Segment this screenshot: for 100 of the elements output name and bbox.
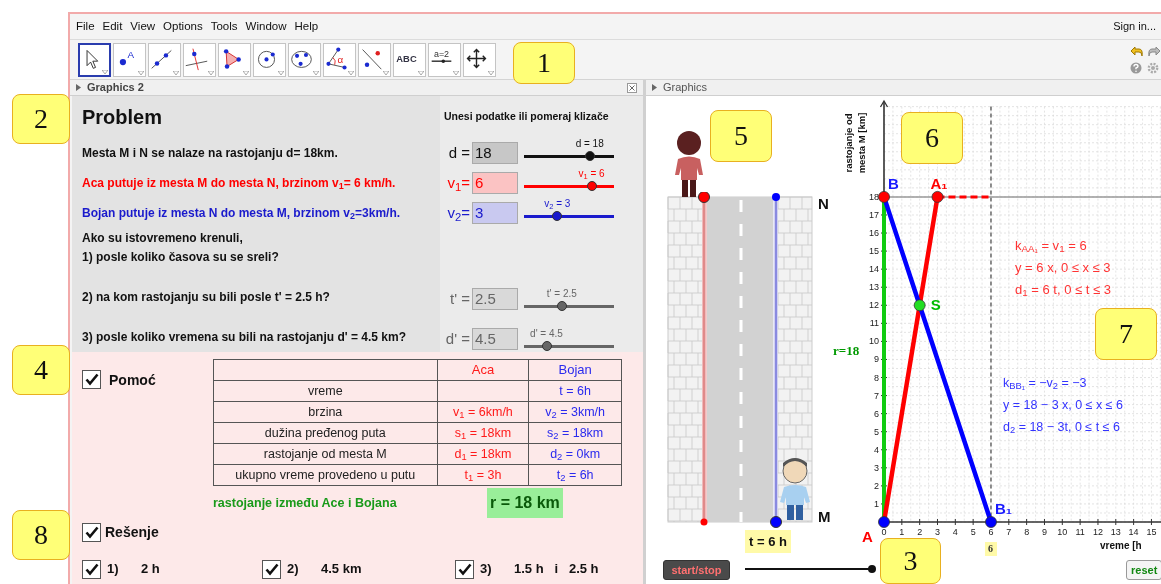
distance-value: r = 18 km	[487, 488, 563, 518]
caret-icon	[173, 70, 179, 75]
tick-label: 11	[869, 318, 879, 329]
tick-label: 4	[874, 444, 879, 455]
tick-label: 13	[869, 282, 879, 293]
tick-label: 17	[869, 210, 879, 220]
equation-text: d$_{2}$ = 18 − 3t, 0 ≤ t ≤ 6	[1003, 419, 1121, 437]
slider-thumb[interactable]	[552, 211, 563, 221]
tick-label: 0	[881, 527, 887, 537]
problem-text: Bojan putuje iz mesta N do mesta M, brzinom v$_{2}$=3km/h.	[82, 205, 401, 222]
field-label: d' =	[444, 329, 470, 349]
panel-title: Graphics	[663, 80, 708, 96]
input-field[interactable]: 18	[472, 142, 518, 164]
tool-button[interactable]: ABC	[393, 42, 426, 77]
problem-text: Mesta M i N se nalaze na rastojanju d= 18km.	[82, 145, 338, 162]
table-cell: d$_{2}$ = 0km	[528, 443, 622, 465]
tick-label: 6	[874, 408, 879, 419]
callout-label: 1	[513, 42, 575, 84]
tick-label: 12	[1092, 527, 1103, 537]
field-label: v$_{1}$=	[446, 173, 470, 194]
perpendicular-line-icon	[184, 46, 209, 71]
redo-icon[interactable]	[1147, 45, 1161, 58]
checkbox-label: Pomoć	[109, 371, 156, 390]
point-label: B₁	[995, 500, 1013, 517]
tick-label: 1	[899, 527, 905, 537]
point-marker	[985, 516, 997, 528]
menu-item[interactable]: View	[129, 17, 157, 36]
checkbox[interactable]	[82, 522, 101, 542]
input-field[interactable]: 2.5	[472, 288, 518, 310]
slider-thumb[interactable]	[868, 565, 876, 573]
tool-button[interactable]: α	[323, 42, 356, 77]
slider-value: t' = 2.5	[546, 287, 577, 301]
equation-text: d$_{1}$ = 6 t, 0 ≤ t ≤ 3	[1015, 281, 1111, 300]
menu-item[interactable]: Options	[162, 17, 204, 36]
menu-item[interactable]: Help	[293, 17, 320, 36]
input-field[interactable]: 3	[472, 202, 518, 224]
callout-label: 5	[710, 110, 772, 162]
tick-label: 12	[869, 300, 879, 311]
point-label: S	[930, 296, 941, 314]
checkbox[interactable]	[262, 559, 281, 579]
help-icon[interactable]	[1130, 61, 1142, 74]
point-marker	[913, 299, 926, 312]
tick-label: 3	[874, 462, 879, 473]
triangle-icon[interactable]	[76, 84, 81, 91]
tick-label: 1	[874, 498, 879, 509]
slider-thumb[interactable]	[556, 301, 567, 311]
place-label: M	[818, 507, 831, 527]
field-label: d =	[447, 143, 470, 163]
equation-text: k$_{BB₁}$ = −v$_{2}$ = −3	[1003, 375, 1088, 393]
caret-icon	[138, 70, 144, 75]
table-cell: s$_{1}$ = 18km	[437, 422, 529, 444]
checkbox[interactable]	[455, 559, 474, 579]
slider-thumb[interactable]	[586, 181, 597, 191]
value-label: 6	[985, 542, 997, 556]
menu-item[interactable]: File	[75, 17, 96, 36]
table-cell: rastojanje od mesta M	[213, 443, 438, 465]
problem-text: Aca putuje iz mesta M do mesta N, brzinom v$_{1}$= 6 km/h.	[82, 175, 396, 192]
point-marker	[878, 191, 890, 203]
answer-number: 1)	[107, 560, 120, 579]
answer-text: 4.5 km	[321, 560, 362, 579]
table-cell: brzina	[213, 401, 438, 423]
tool-button[interactable]: a=2	[428, 42, 461, 77]
tool-button[interactable]: A	[113, 42, 146, 77]
point-marker	[878, 516, 890, 528]
tick-label: 15	[869, 246, 879, 257]
column-header: Aca	[437, 359, 529, 381]
point-marker	[770, 516, 782, 528]
checkbox[interactable]	[82, 559, 101, 579]
equation-text: y = 6 x, 0 ≤ x ≤ 3	[1015, 259, 1111, 277]
tick-label: 10	[869, 336, 879, 347]
menu-item[interactable]: Edit	[101, 17, 124, 36]
question-text: 1) posle koliko časova su se sreli?	[82, 249, 279, 266]
segment-label: r=18	[833, 343, 860, 359]
tick-label: 6	[988, 527, 994, 537]
callout-label: 4	[12, 345, 70, 395]
menu-item[interactable]: Tools	[209, 17, 239, 36]
text-icon: ABC	[394, 46, 419, 71]
input-field[interactable]: 4.5	[472, 328, 518, 350]
slider-thumb[interactable]	[541, 341, 552, 351]
slider-thumb[interactable]	[584, 151, 595, 161]
reset-button[interactable]: reset	[1126, 560, 1161, 580]
tick-label: 2	[917, 527, 923, 537]
caret-icon	[243, 70, 249, 75]
axis-title: rastojanje od mesta M [km]	[843, 112, 867, 174]
checkbox[interactable]	[82, 370, 101, 389]
tick-label: 2	[874, 480, 879, 491]
answer-number: 3)	[480, 560, 493, 579]
tick-label: 14	[1128, 527, 1139, 537]
tool-button[interactable]	[78, 42, 111, 77]
triangle-icon[interactable]	[652, 84, 657, 91]
place-label: N	[818, 194, 829, 214]
point-marker	[698, 192, 710, 203]
sign-in-link[interactable]: Sign in...	[1113, 18, 1156, 35]
annotation: 6	[987, 543, 993, 554]
table-cell: s$_{2}$ = 18km	[528, 422, 622, 444]
close-icon[interactable]	[627, 82, 637, 93]
caret-icon	[278, 70, 284, 75]
undo-icon[interactable]	[1130, 45, 1144, 58]
tick-label: 18	[869, 191, 879, 202]
menu-item[interactable]: Window	[244, 17, 288, 36]
